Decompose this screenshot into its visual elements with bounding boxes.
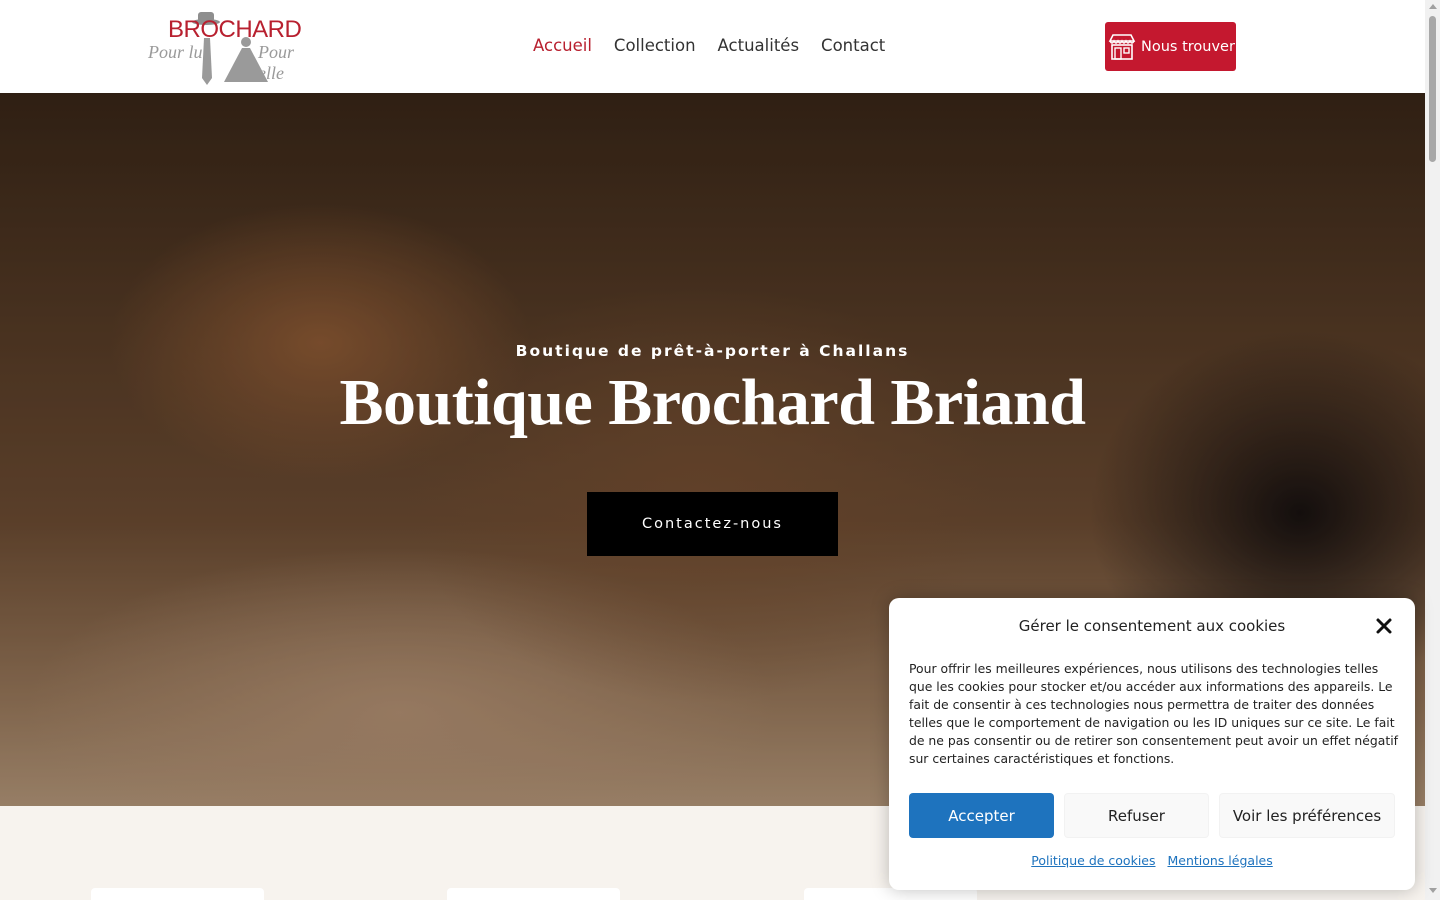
nav-item-accueil[interactable]: Accueil	[533, 36, 592, 56]
find-us-label: Nous trouver	[1141, 38, 1235, 55]
cookie-consent-dialog: Gérer le consentement aux cookies Pour o…	[889, 598, 1415, 890]
shop-icon	[1108, 33, 1136, 60]
cookie-links: Politique de cookies Mentions légales	[889, 853, 1415, 868]
hero-title: Boutique Brochard Briand	[339, 366, 1086, 439]
scroll-thumb[interactable]	[1429, 16, 1436, 162]
refuse-cookies-button[interactable]: Refuser	[1064, 793, 1209, 838]
logo-brand-text: BROCHARD	[168, 16, 302, 43]
page: BROCHARD Pour lui Pour elle Accueil Coll…	[0, 0, 1440, 900]
brand-card[interactable]	[447, 888, 620, 900]
nav-item-contact[interactable]: Contact	[821, 36, 885, 56]
brand-card[interactable]	[91, 888, 264, 900]
contact-cta-button[interactable]: Contactez-nous	[587, 492, 838, 556]
cookie-dialog-title: Gérer le consentement aux cookies	[1018, 617, 1286, 635]
legal-notice-link[interactable]: Mentions légales	[1167, 853, 1272, 868]
logo-subtitle-left: Pour lui	[148, 42, 208, 62]
scroll-down-arrow-icon[interactable]	[1429, 888, 1437, 893]
brand-logo[interactable]: BROCHARD Pour lui Pour elle	[146, 8, 318, 86]
view-preferences-button[interactable]: Voir les préférences	[1219, 793, 1395, 838]
main-nav: Accueil Collection Actualités Contact	[533, 36, 907, 56]
nav-item-collection[interactable]: Collection	[614, 36, 696, 56]
find-us-button[interactable]: Nous trouver	[1105, 22, 1236, 71]
page-scrollbar[interactable]	[1425, 0, 1440, 900]
site-header: BROCHARD Pour lui Pour elle Accueil Coll…	[0, 0, 1425, 93]
cookie-policy-link[interactable]: Politique de cookies	[1031, 853, 1155, 868]
logo-subtitle-right: Pour elle	[258, 42, 294, 83]
close-icon[interactable]	[1375, 617, 1393, 635]
cookie-dialog-text: Pour offrir les meilleures expériences, …	[909, 661, 1398, 766]
hero-subtitle: Boutique de prêt-à-porter à Challans	[515, 342, 910, 360]
accept-cookies-button[interactable]: Accepter	[909, 793, 1054, 838]
scroll-up-arrow-icon[interactable]	[1429, 4, 1437, 9]
nav-item-actualites[interactable]: Actualités	[718, 36, 800, 56]
